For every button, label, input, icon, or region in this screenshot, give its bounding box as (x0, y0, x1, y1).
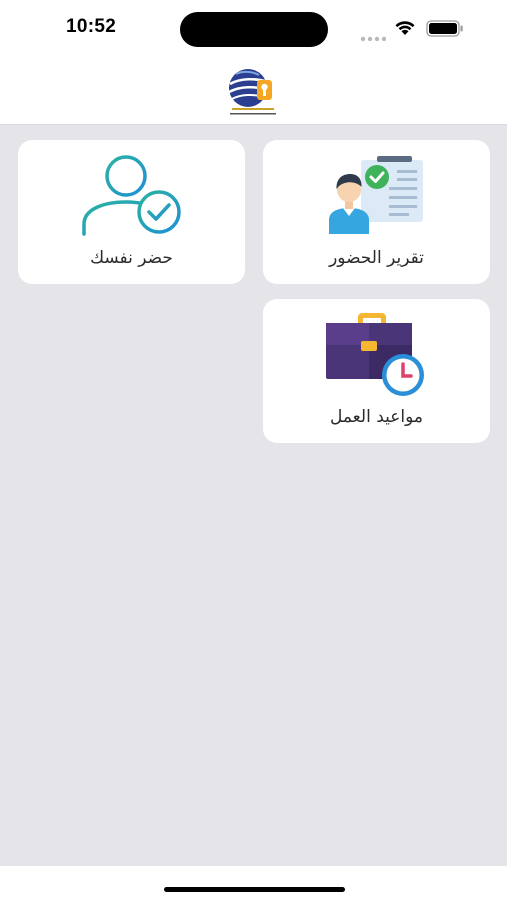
wifi-icon (394, 19, 416, 40)
battery-icon (426, 20, 464, 41)
home-indicator-area (0, 866, 507, 900)
briefcase-clock-icon (325, 313, 429, 401)
work-hours-card[interactable]: مواعيد العمل (263, 299, 490, 443)
status-time: 10:52 (66, 16, 117, 37)
cellular-signal-icon (360, 27, 387, 46)
attendance-report-card[interactable]: تقرير الحضور (263, 140, 490, 284)
self-checkin-card[interactable]: حضر نفسك (18, 140, 245, 284)
self-checkin-label: حضر نفسك (90, 248, 173, 268)
work-hours-label: مواعيد العمل (329, 407, 424, 427)
app-header (0, 56, 507, 125)
attendance-report-label: تقرير الحضور (329, 248, 424, 268)
home-indicator[interactable] (164, 887, 345, 892)
dashboard-grid: تقرير الحضور حضر نفسك مواعيد العمل (0, 125, 507, 866)
user-check-icon (78, 154, 186, 242)
dynamic-island (180, 12, 328, 47)
company-globe-logo-icon (226, 66, 280, 118)
status-bar: 10:52 (0, 0, 507, 56)
attendance-report-icon (327, 156, 427, 238)
